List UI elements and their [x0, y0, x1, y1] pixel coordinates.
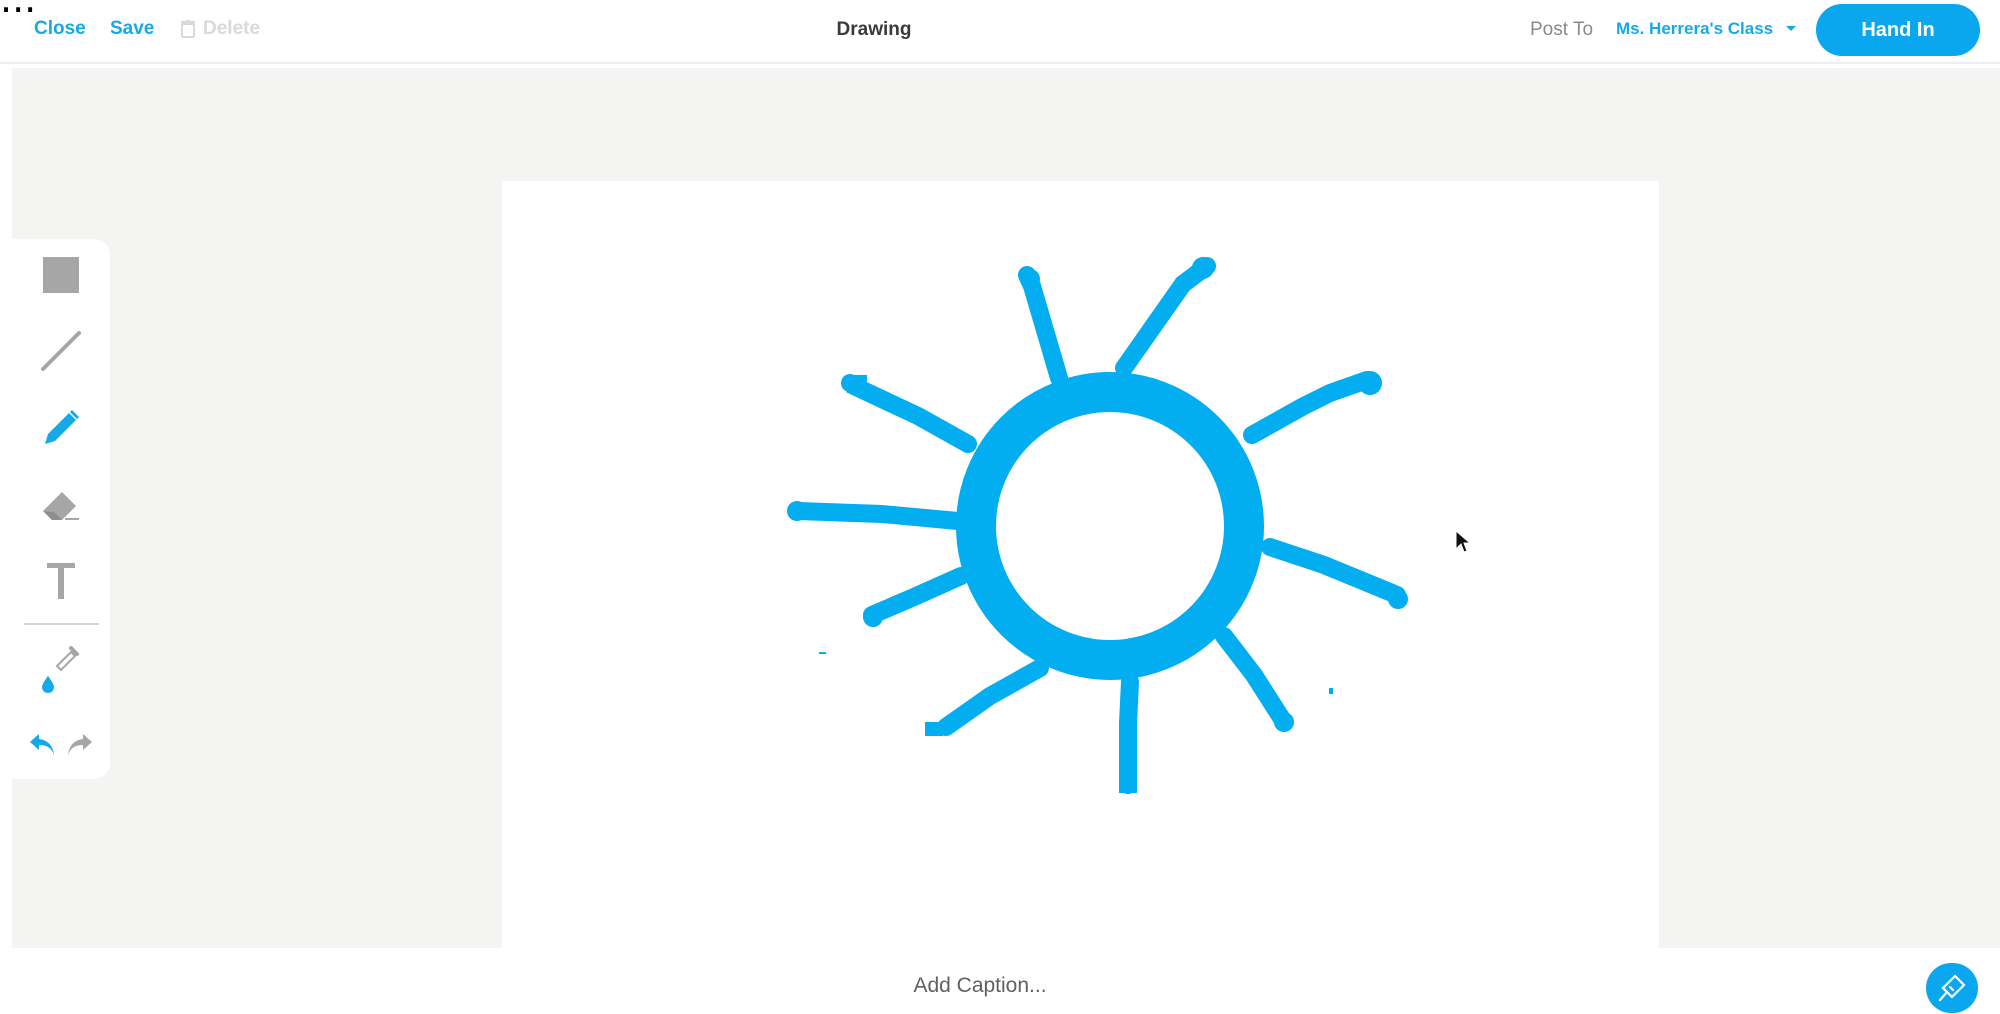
drawing-canvas[interactable]	[502, 181, 1659, 954]
page-title: Drawing	[836, 19, 912, 40]
sun-drawing	[787, 257, 1408, 794]
shape-tool[interactable]	[35, 249, 87, 301]
class-dropdown[interactable]: Ms. Herrera's Class	[1616, 19, 1797, 39]
hand-in-button[interactable]: Hand In	[1816, 4, 1980, 56]
voice-note-button[interactable]	[1926, 963, 1978, 1013]
line-tool[interactable]	[35, 325, 87, 377]
line-icon	[41, 331, 81, 371]
toolbar-divider	[24, 623, 99, 625]
square-icon	[43, 257, 79, 293]
top-bar: Close Save Delete Drawing Post To Ms. He…	[0, 0, 2000, 64]
eyedropper-icon	[42, 646, 79, 693]
pen-tool[interactable]	[35, 402, 87, 454]
undo-button[interactable]	[22, 719, 62, 771]
text-tool[interactable]	[35, 555, 87, 607]
pencil-icon	[45, 410, 79, 444]
post-to-label: Post To	[1530, 19, 1594, 40]
drawing-toolbar	[12, 239, 110, 779]
eraser-icon	[43, 492, 79, 520]
microphone-icon	[1938, 974, 1966, 1002]
caret-down-icon	[1786, 26, 1797, 31]
class-name: Ms. Herrera's Class	[1616, 19, 1774, 38]
redo-button[interactable]	[60, 719, 100, 771]
color-picker-tool[interactable]	[35, 642, 87, 694]
mouse-cursor-icon	[1455, 529, 1472, 559]
redo-icon	[68, 734, 92, 755]
caption-input[interactable]: Add Caption...	[780, 974, 1180, 998]
eraser-tool[interactable]	[35, 479, 87, 531]
text-icon	[47, 563, 75, 599]
undo-icon	[30, 734, 54, 755]
drawing-workspace	[12, 68, 2000, 954]
